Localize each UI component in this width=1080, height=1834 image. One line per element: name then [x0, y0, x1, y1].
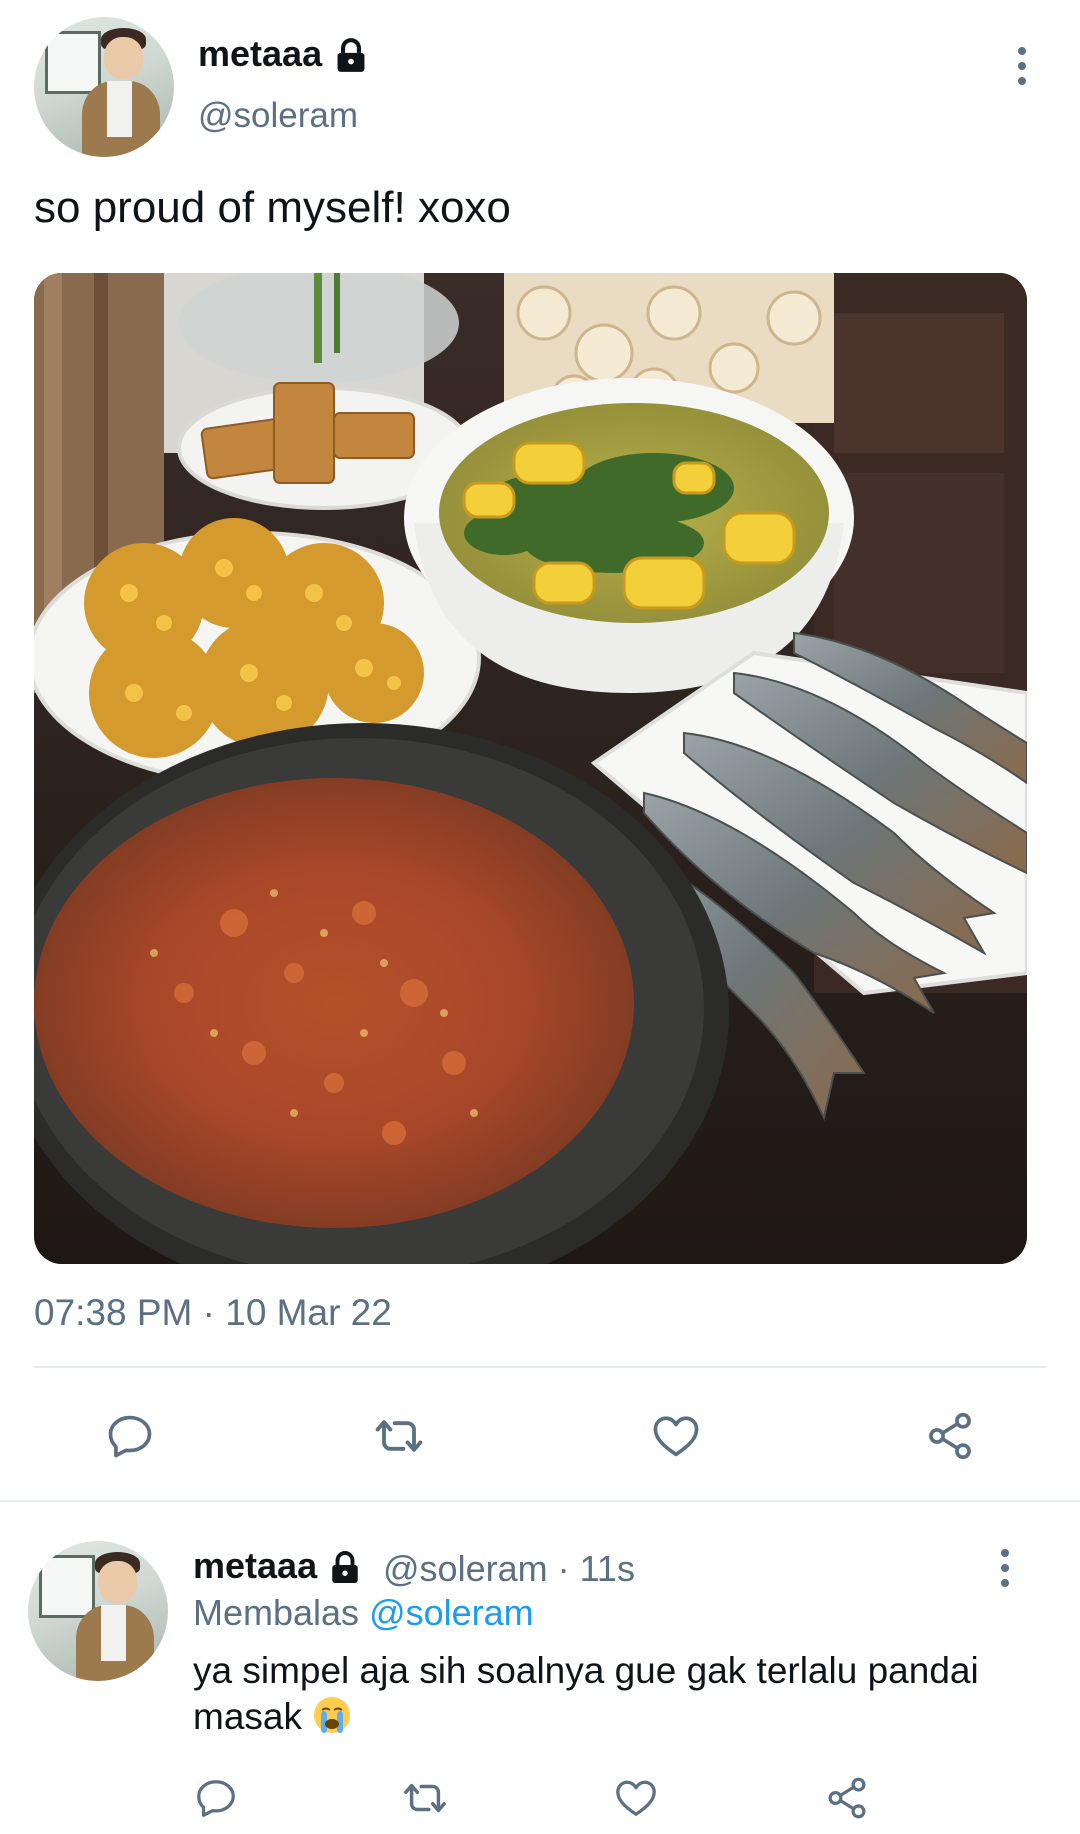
- share-icon: [828, 1777, 866, 1819]
- share-icon: [929, 1412, 971, 1460]
- like-icon: [653, 1416, 699, 1457]
- replying-to-mention[interactable]: @soleram: [369, 1592, 534, 1633]
- section-divider: [0, 1500, 1080, 1502]
- divider: [34, 1366, 1046, 1368]
- author-name-row[interactable]: metaaa: [198, 33, 370, 75]
- loudly-crying-face-icon: [314, 1697, 351, 1733]
- author-handle[interactable]: @soleram: [198, 96, 358, 136]
- tweet-timestamp[interactable]: 07:38 PM · 10 Mar 22: [34, 1292, 392, 1334]
- like-icon: [616, 1780, 656, 1816]
- retweet-icon: [404, 1783, 446, 1813]
- tweet-photo[interactable]: [34, 273, 1027, 1264]
- reply-author-name-row[interactable]: metaaa: [193, 1545, 363, 1587]
- reply-reply-button[interactable]: [188, 1770, 244, 1826]
- reply-like-button[interactable]: [608, 1770, 664, 1826]
- tweet-text: so proud of myself! xoxo: [34, 183, 511, 232]
- reply-more-icon[interactable]: [999, 1549, 1011, 1594]
- reply-author-name[interactable]: metaaa: [193, 1545, 317, 1586]
- reply-retweet-button[interactable]: [397, 1770, 453, 1826]
- retweet-button[interactable]: [367, 1404, 431, 1468]
- share-button[interactable]: [918, 1404, 982, 1468]
- main-tweet: metaaa @soleram so proud of myself! xoxo: [0, 0, 1080, 1500]
- reply-share-button[interactable]: [819, 1770, 875, 1826]
- author-avatar[interactable]: [34, 17, 174, 157]
- replying-to-line: Membalas @soleram: [193, 1592, 534, 1634]
- lock-icon: [332, 1551, 358, 1584]
- lock-icon: [337, 38, 365, 73]
- reply-icon: [108, 1415, 152, 1458]
- replying-prefix: Membalas: [193, 1592, 360, 1633]
- retweet-icon: [375, 1420, 423, 1452]
- like-button[interactable]: [644, 1404, 708, 1468]
- reply-author-avatar[interactable]: [28, 1541, 168, 1681]
- reply-text: ya simpel aja sih soalnya gue gak terlal…: [193, 1650, 979, 1737]
- author-name[interactable]: metaaa: [198, 33, 322, 74]
- reply-icon: [197, 1780, 235, 1817]
- reply-text-block: ya simpel aja sih soalnya gue gak terlal…: [193, 1648, 1033, 1740]
- reply-button[interactable]: [98, 1404, 162, 1468]
- reply-handle-time[interactable]: @soleram · 11s: [383, 1548, 635, 1590]
- more-icon[interactable]: [1016, 47, 1028, 92]
